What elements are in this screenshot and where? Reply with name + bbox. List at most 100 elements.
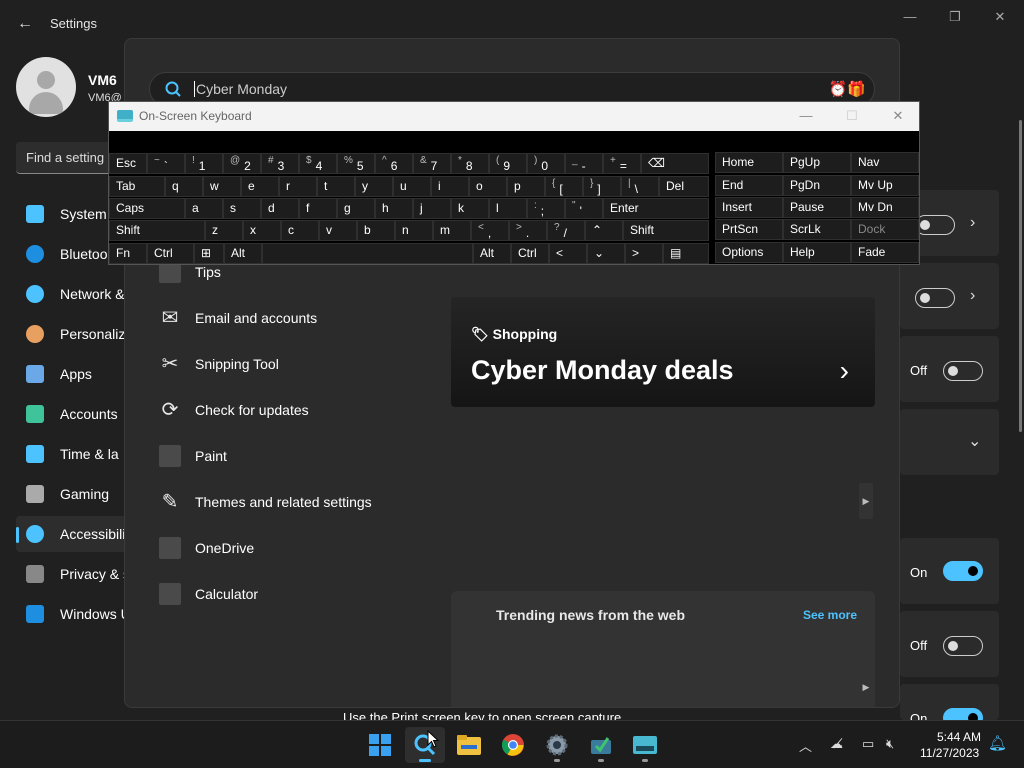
osk-nav-key[interactable]: PgDn [783,175,851,196]
osk-key[interactable]: Alt [473,243,511,264]
setting-card[interactable]: On [900,538,999,604]
osk-key[interactable]: _ - [565,153,603,174]
osk-key[interactable]: + = [603,153,641,174]
osk-key[interactable]: ! 1 [185,153,223,174]
setting-card[interactable]: Off [900,611,999,677]
search-result-item[interactable]: ✎ Themes and related settings [159,485,459,519]
scrollbar[interactable] [1019,120,1022,432]
osk-key[interactable]: ) 0 [527,153,565,174]
close-icon[interactable]: ✕ [883,106,913,126]
osk-key[interactable]: Shift [623,220,709,241]
osk-key[interactable]: u [393,176,431,197]
osk-key[interactable]: d [261,198,299,219]
osk-key[interactable]: a [185,198,223,219]
osk-nav-key[interactable]: Fade [851,242,919,263]
osk-key[interactable]: <, [471,220,509,241]
osk-key[interactable]: t [317,176,355,197]
osk-key[interactable]: >. [509,220,547,241]
chevron-right-icon[interactable]: › [970,214,975,232]
promo-card[interactable]: 🏷 Shopping Cyber Monday deals › [451,297,875,407]
osk-key[interactable]: k [451,198,489,219]
osk-key[interactable]: o [469,176,507,197]
news-card[interactable]: Trending news from the web See more [451,591,875,707]
osk-key[interactable]: ⌃ [585,220,623,241]
clock-date[interactable]: 11/27/2023 [920,746,979,760]
chrome-icon[interactable] [493,727,533,763]
osk-key[interactable]: c [281,220,319,241]
osk-key[interactable]: ? / [547,220,585,241]
minimize-icon[interactable]: — [791,106,821,126]
osk-key[interactable]: z [205,220,243,241]
clock-time[interactable]: 5:44 AM [937,730,981,744]
network-disconnected-icon[interactable]: ☁̸ [830,736,843,752]
osk-key[interactable]: p [507,176,545,197]
see-more-link[interactable]: See more [803,608,857,622]
osk-titlebar[interactable]: On-Screen Keyboard — ☐ ✕ [109,102,919,131]
file-explorer-icon[interactable] [449,727,489,763]
search-result-item[interactable]: ✉ Email and accounts [159,301,459,335]
osk-key[interactable] [262,243,473,264]
maximize-icon[interactable]: ❐ [935,6,975,28]
osk-nav-key[interactable]: Home [715,152,783,173]
close-icon[interactable]: ✕ [980,6,1020,28]
osk-nav-key[interactable]: ScrLk [783,219,851,240]
osk-key[interactable]: @2 [223,153,261,174]
osk-key[interactable]: h [375,198,413,219]
osk-key[interactable]: s [223,198,261,219]
osk-key[interactable]: r [279,176,317,197]
osk-nav-key[interactable]: Mv Dn [851,197,919,218]
osk-nav-key[interactable]: PgUp [783,152,851,173]
osk-key[interactable]: Ctrl [511,243,549,264]
search-result-item[interactable]: Paint [159,439,459,473]
osk-key[interactable]: Ctrl [147,243,194,264]
monitor-icon[interactable]: ▭ [862,736,874,752]
setting-card[interactable]: On [900,684,999,728]
toggle-switch[interactable] [943,361,983,381]
osk-nav-key[interactable]: PrtScn [715,219,783,240]
osk-key[interactable]: ⌫ [641,153,709,174]
osk-nav-key[interactable]: Dock [851,219,919,240]
chevron-down-icon[interactable]: ⌄ [968,431,981,451]
maximize-icon[interactable]: ☐ [837,106,867,126]
osk-key[interactable]: n [395,220,433,241]
osk-nav-key[interactable]: Insert [715,197,783,218]
chevron-right-icon[interactable]: › [840,355,849,387]
search-result-item[interactable]: OneDrive [159,531,459,565]
setting-card[interactable]: Off [900,336,999,402]
settings-icon[interactable] [537,727,577,763]
osk-key[interactable]: Shift [109,220,205,241]
avatar[interactable] [16,57,76,117]
volume-muted-icon[interactable]: 🔇︎ [886,736,894,752]
osk-nav-key[interactable]: Mv Up [851,175,919,196]
osk-key[interactable]: ⊞ [194,243,224,264]
osk-key[interactable]: ~ ` [147,153,185,174]
osk-key[interactable]: y [355,176,393,197]
osk-nav-key[interactable]: Nav [851,152,919,173]
on-screen-keyboard-icon[interactable] [625,727,665,763]
osk-key[interactable]: q [165,176,203,197]
osk-key[interactable]: > [625,243,663,264]
osk-key[interactable]: Esc [109,153,147,174]
osk-nav-key[interactable]: Help [783,242,851,263]
osk-key[interactable]: f [299,198,337,219]
minimize-icon[interactable]: — [890,6,930,28]
osk-key[interactable]: $4 [299,153,337,174]
osk-key[interactable]: #3 [261,153,299,174]
osk-key[interactable]: }] [583,176,621,197]
scroll-right-icon[interactable]: ▶ [859,483,873,519]
osk-key[interactable]: Tab [109,176,165,197]
osk-key[interactable]: < [549,243,587,264]
toggle-switch[interactable] [943,636,983,656]
osk-key[interactable]: :; [527,198,565,219]
osk-key[interactable]: j [413,198,451,219]
toggle-switch[interactable] [915,215,955,235]
osk-key[interactable]: l [489,198,527,219]
osk-key[interactable]: v [319,220,357,241]
search-result-item[interactable]: Calculator [159,577,459,611]
osk-key[interactable]: Del [659,176,709,197]
show-hidden-icons-icon[interactable]: ︿ [799,736,812,755]
osk-key[interactable]: ▤ [663,243,709,264]
osk-nav-key[interactable]: Pause [783,197,851,218]
start-icon[interactable] [360,727,400,763]
osk-key[interactable]: b [357,220,395,241]
